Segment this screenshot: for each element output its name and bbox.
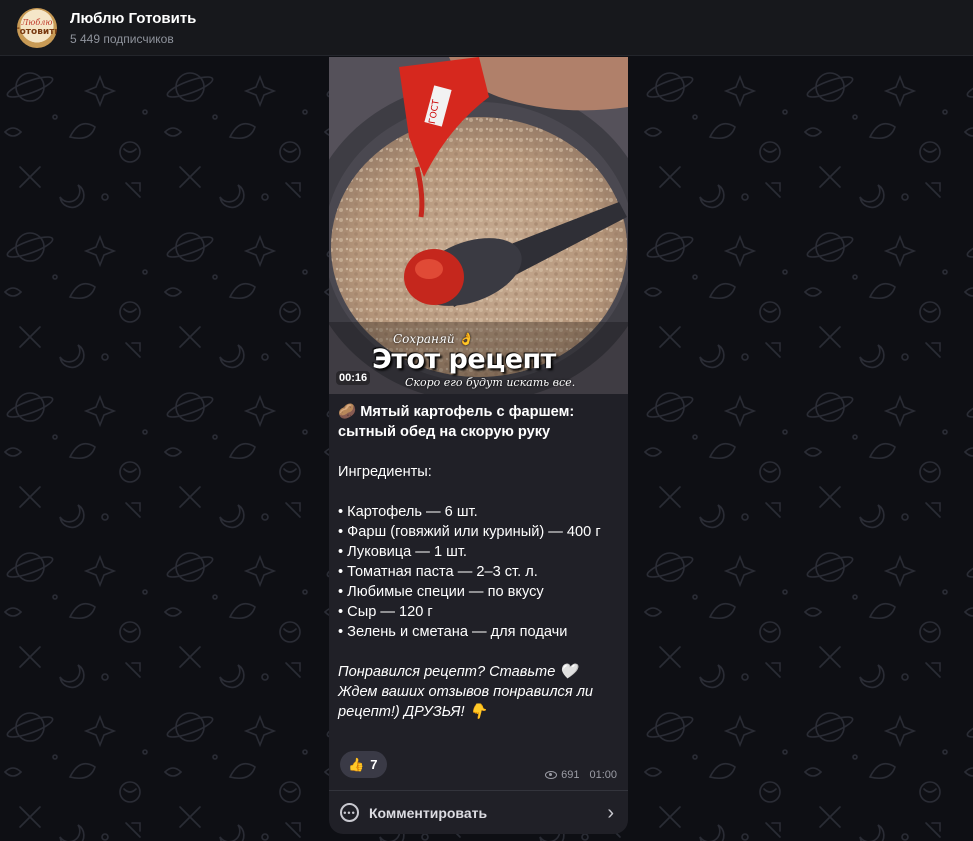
message-time: 01:00 bbox=[589, 769, 617, 781]
subscriber-count: 5 449 подписчиков bbox=[70, 31, 174, 46]
post-title: 🥔 Мятый картофель с фаршем: сытный обед … bbox=[338, 402, 619, 442]
chevron-right-icon: › bbox=[607, 801, 614, 824]
ingredient-item: • Луковица — 1 шт. bbox=[338, 544, 467, 560]
view-count: 691 bbox=[561, 769, 580, 781]
closing-line2: Ждем ваших отзывов понравился ли рецепт!… bbox=[338, 684, 594, 720]
avatar-text-top: Люблю bbox=[21, 17, 53, 27]
thumbs-up-emoji: 👍 bbox=[348, 756, 365, 772]
channel-header[interactable]: Люблю Готовить Люблю Готовить 5 449 подп… bbox=[0, 0, 973, 56]
ingredient-item: • Картофель — 6 шт. bbox=[338, 504, 478, 520]
reaction-thumbs-up-button[interactable]: 👍 7 bbox=[340, 751, 388, 778]
eye-icon bbox=[545, 771, 558, 779]
comment-button[interactable]: ••• Комментировать › bbox=[329, 790, 628, 834]
video-overlay-line2: Этот рецепт bbox=[372, 344, 556, 375]
message-meta: 691 01:00 bbox=[545, 769, 617, 781]
comment-label: Комментировать bbox=[369, 804, 488, 821]
comment-icon: ••• bbox=[340, 803, 359, 822]
video-overlay-line3: Скоро его будут искать все. bbox=[405, 376, 576, 389]
channel-avatar[interactable]: Люблю Готовить bbox=[17, 7, 57, 48]
post-text: 🥔 Мятый картофель с фаршем: сытный обед … bbox=[329, 394, 628, 722]
reaction-count: 7 bbox=[370, 757, 378, 772]
video-preview[interactable]: ГОСТ Сохраняй 👌 Этот рецепт Скоро его бу… bbox=[329, 57, 628, 394]
closing-line1: Понравился рецепт? Ставьте 🤍 bbox=[338, 664, 578, 680]
channel-info[interactable]: Люблю Готовить 5 449 подписчиков bbox=[70, 10, 196, 46]
ingredient-item: • Зелень и сметана — для подачи bbox=[338, 624, 568, 640]
ingredient-item: • Сыр — 120 г bbox=[338, 604, 433, 620]
reactions-bar: 👍 7 bbox=[340, 751, 388, 778]
ingredient-item: • Любимые специи — по вкусу bbox=[338, 584, 544, 600]
ingredient-item: • Томатная паста — 2–3 ст. л. bbox=[338, 564, 538, 580]
message-bubble: ГОСТ Сохраняй 👌 Этот рецепт Скоро его бу… bbox=[329, 57, 628, 834]
channel-title: Люблю Готовить bbox=[70, 9, 197, 27]
ingredients-heading: Ингредиенты: bbox=[338, 464, 432, 480]
avatar-text-bottom: Готовить bbox=[17, 26, 57, 37]
potato-emoji: 🥔 bbox=[338, 404, 357, 420]
post-title-text: Мятый картофель с фаршем: сытный обед на… bbox=[338, 404, 575, 440]
video-duration: 00:16 bbox=[336, 371, 371, 385]
ingredient-item: • Фарш (говяжий или куриный) — 400 г bbox=[338, 524, 601, 540]
